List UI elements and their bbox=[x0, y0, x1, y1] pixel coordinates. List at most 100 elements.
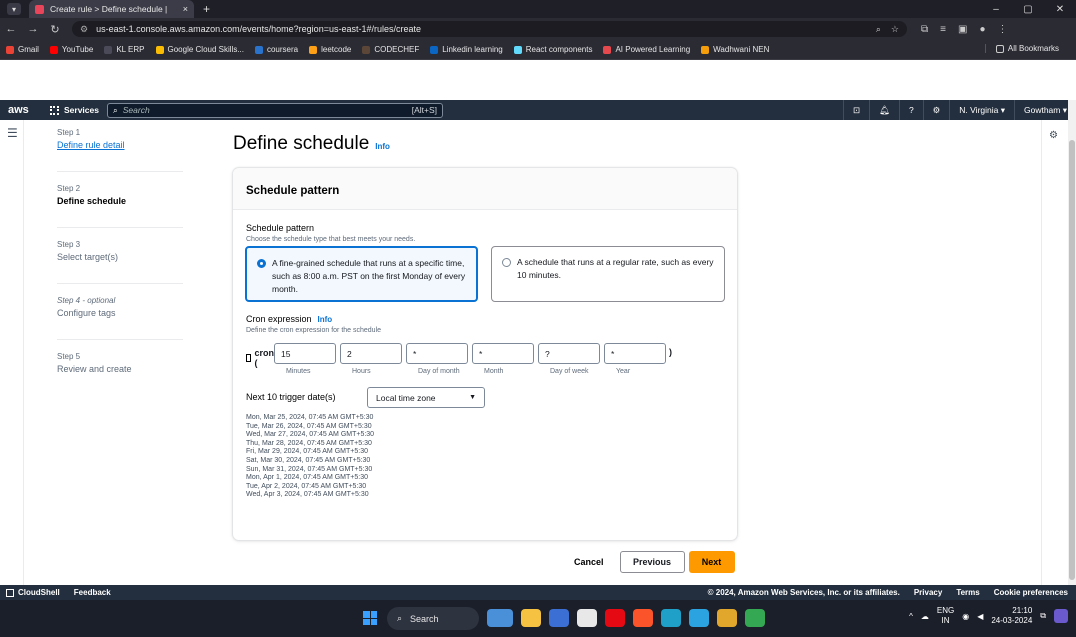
back-arrow-icon[interactable]: ← bbox=[0, 23, 22, 35]
list-item: Mon, Mar 25, 2024, 07:45 AM GMT+5:30 bbox=[246, 414, 374, 421]
aws-logo[interactable]: aws bbox=[8, 104, 38, 116]
account-menu[interactable]: Gowtham ▾ bbox=[1013, 100, 1076, 120]
fine-grained-option[interactable]: A fine-grained schedule that runs at a s… bbox=[245, 246, 478, 302]
bookmark-ai-learning[interactable]: AI Powered Learning bbox=[603, 45, 690, 54]
wifi-icon[interactable]: ◉ bbox=[962, 612, 969, 621]
site-info-icon[interactable]: ⚙ bbox=[80, 24, 88, 35]
browser-menu-icon[interactable]: ⋮ bbox=[997, 24, 1007, 35]
store-icon[interactable] bbox=[549, 609, 569, 627]
netflix-icon[interactable] bbox=[605, 609, 625, 627]
panel-header: Schedule pattern bbox=[233, 168, 737, 210]
schedule-pattern-label: Schedule pattern bbox=[246, 223, 315, 233]
bookmark-coursera[interactable]: coursera bbox=[254, 45, 298, 54]
page-scrollbar[interactable] bbox=[1068, 100, 1076, 585]
maximize-button[interactable]: ▢ bbox=[1012, 4, 1044, 15]
radio-selected-icon[interactable] bbox=[257, 259, 266, 268]
edge-icon[interactable] bbox=[661, 609, 681, 627]
profile-avatar-icon[interactable]: ● bbox=[979, 24, 985, 35]
notification-icon[interactable]: ⧉ bbox=[1040, 611, 1046, 621]
notion-icon[interactable] bbox=[577, 609, 597, 627]
cron-month-input[interactable] bbox=[472, 343, 534, 364]
cron-info-link[interactable]: Info bbox=[318, 315, 333, 324]
chrome-active-icon[interactable] bbox=[745, 609, 765, 627]
step-3-label: Select target(s) bbox=[57, 252, 119, 262]
browser-tab[interactable]: Create rule > Define schedule | × bbox=[29, 0, 194, 18]
cron-minutes-input[interactable] bbox=[274, 343, 336, 364]
chevron-up-icon[interactable]: ^ bbox=[909, 612, 913, 621]
google-cloud-icon bbox=[155, 45, 164, 54]
taskbar-search[interactable]: ⌕ Search bbox=[387, 607, 479, 630]
browser-tab-strip: ▾ Create rule > Define schedule | × + – … bbox=[0, 0, 1076, 18]
extensions-icon[interactable]: ⧉ bbox=[921, 24, 928, 35]
cron-hours-input[interactable] bbox=[340, 343, 402, 364]
tab-close-icon[interactable]: × bbox=[183, 4, 188, 14]
brave-icon[interactable] bbox=[633, 609, 653, 627]
reload-icon[interactable]: ↻ bbox=[44, 23, 66, 36]
new-tab-button[interactable]: + bbox=[203, 2, 210, 16]
bookmark-star-icon[interactable]: ☆ bbox=[891, 24, 899, 35]
aws-search-input[interactable]: ⌕ Search [Alt+S] bbox=[106, 102, 443, 118]
settings-icon[interactable]: ⚙ bbox=[1049, 130, 1058, 141]
address-bar[interactable]: ⚙ us-east-1.console.aws.amazon.com/event… bbox=[72, 21, 907, 37]
volume-icon[interactable]: ◀ bbox=[977, 612, 983, 621]
bookmark-leetcode[interactable]: leetcode bbox=[309, 45, 351, 54]
chrome-icon[interactable] bbox=[717, 609, 737, 627]
copyright-text: © 2024, Amazon Web Services, Inc. or its… bbox=[707, 588, 900, 597]
bookmark-codechef[interactable]: CODECHEF bbox=[362, 45, 419, 54]
bookmark-linkedin-learning[interactable]: Linkedin learning bbox=[430, 45, 503, 54]
side-panel-icon[interactable]: ▣ bbox=[958, 24, 967, 35]
close-window-button[interactable]: ✕ bbox=[1044, 4, 1076, 15]
timezone-select[interactable]: Local time zone ▼ bbox=[367, 387, 485, 408]
scrollbar-thumb[interactable] bbox=[1069, 140, 1075, 580]
all-bookmarks[interactable]: All Bookmarks bbox=[984, 44, 1059, 53]
radio-unselected-icon[interactable] bbox=[502, 258, 511, 267]
cookie-preferences-link[interactable]: Cookie preferences bbox=[994, 588, 1068, 597]
minimize-button[interactable]: – bbox=[980, 4, 1012, 15]
windows-start-icon[interactable] bbox=[363, 611, 377, 625]
cron-day-of-month-input[interactable] bbox=[406, 343, 468, 364]
copy-icon[interactable] bbox=[246, 354, 252, 362]
clock[interactable]: 21:10 24-03-2024 bbox=[991, 606, 1032, 626]
notifications-bell-icon[interactable]: 🔔︎ bbox=[869, 100, 899, 120]
bookmark-youtube[interactable]: YouTube bbox=[49, 45, 93, 54]
bookmark-kl-erp[interactable]: KL ERP bbox=[104, 45, 145, 54]
language-indicator[interactable]: ENG IN bbox=[937, 606, 954, 626]
settings-gear-icon[interactable]: ⚙ bbox=[922, 100, 950, 120]
region-selector[interactable]: N. Virginia ▾ bbox=[949, 100, 1014, 120]
bookmark-wadhwani[interactable]: Wadhwani NEN bbox=[701, 45, 769, 54]
cron-day-of-week-input[interactable] bbox=[538, 343, 600, 364]
linkedin-icon bbox=[430, 45, 439, 54]
widgets-icon[interactable] bbox=[487, 609, 513, 627]
cloudshell-button[interactable]: CloudShell bbox=[6, 588, 60, 597]
rate-based-option[interactable]: A schedule that runs at a regular rate, … bbox=[491, 246, 725, 302]
bookmark-react-components[interactable]: React components bbox=[513, 45, 592, 54]
step-2-label: Define schedule bbox=[57, 196, 127, 206]
previous-button[interactable]: Previous bbox=[619, 551, 685, 573]
cloud-icon[interactable]: ☁ bbox=[921, 612, 929, 621]
help-icon[interactable]: ? bbox=[898, 100, 923, 120]
privacy-link[interactable]: Privacy bbox=[914, 588, 942, 597]
gmail-icon bbox=[6, 45, 14, 54]
bookmarks-bar: Gmail YouTube KL ERP Google Cloud Skills… bbox=[0, 40, 1076, 60]
bookmark-google-cloud[interactable]: Google Cloud Skills... bbox=[155, 45, 244, 54]
feedback-link[interactable]: Feedback bbox=[74, 588, 111, 597]
forward-arrow-icon[interactable]: → bbox=[22, 23, 44, 35]
youtube-icon bbox=[49, 45, 58, 54]
tab-search-dropdown[interactable]: ▾ bbox=[7, 3, 21, 15]
reading-list-icon[interactable]: ≡ bbox=[940, 24, 946, 35]
cancel-button[interactable]: Cancel bbox=[574, 557, 604, 567]
cloudshell-icon[interactable]: ⊡ bbox=[843, 100, 869, 120]
services-menu[interactable]: Services bbox=[50, 105, 99, 115]
next-button[interactable]: Next bbox=[688, 551, 735, 573]
hamburger-menu-icon[interactable]: ☰ bbox=[7, 126, 18, 140]
terms-link[interactable]: Terms bbox=[956, 588, 979, 597]
zoom-icon[interactable]: ⌕ bbox=[876, 24, 881, 35]
telegram-icon[interactable] bbox=[689, 609, 709, 627]
info-link[interactable]: Info bbox=[375, 142, 390, 151]
cron-year-input[interactable] bbox=[604, 343, 666, 364]
file-explorer-icon[interactable] bbox=[521, 609, 541, 627]
copilot-icon[interactable] bbox=[1054, 609, 1068, 623]
step-3: Step 3 Select target(s) bbox=[57, 240, 183, 284]
step-1-link[interactable]: Define rule detail bbox=[57, 140, 183, 150]
bookmark-gmail[interactable]: Gmail bbox=[6, 45, 39, 54]
